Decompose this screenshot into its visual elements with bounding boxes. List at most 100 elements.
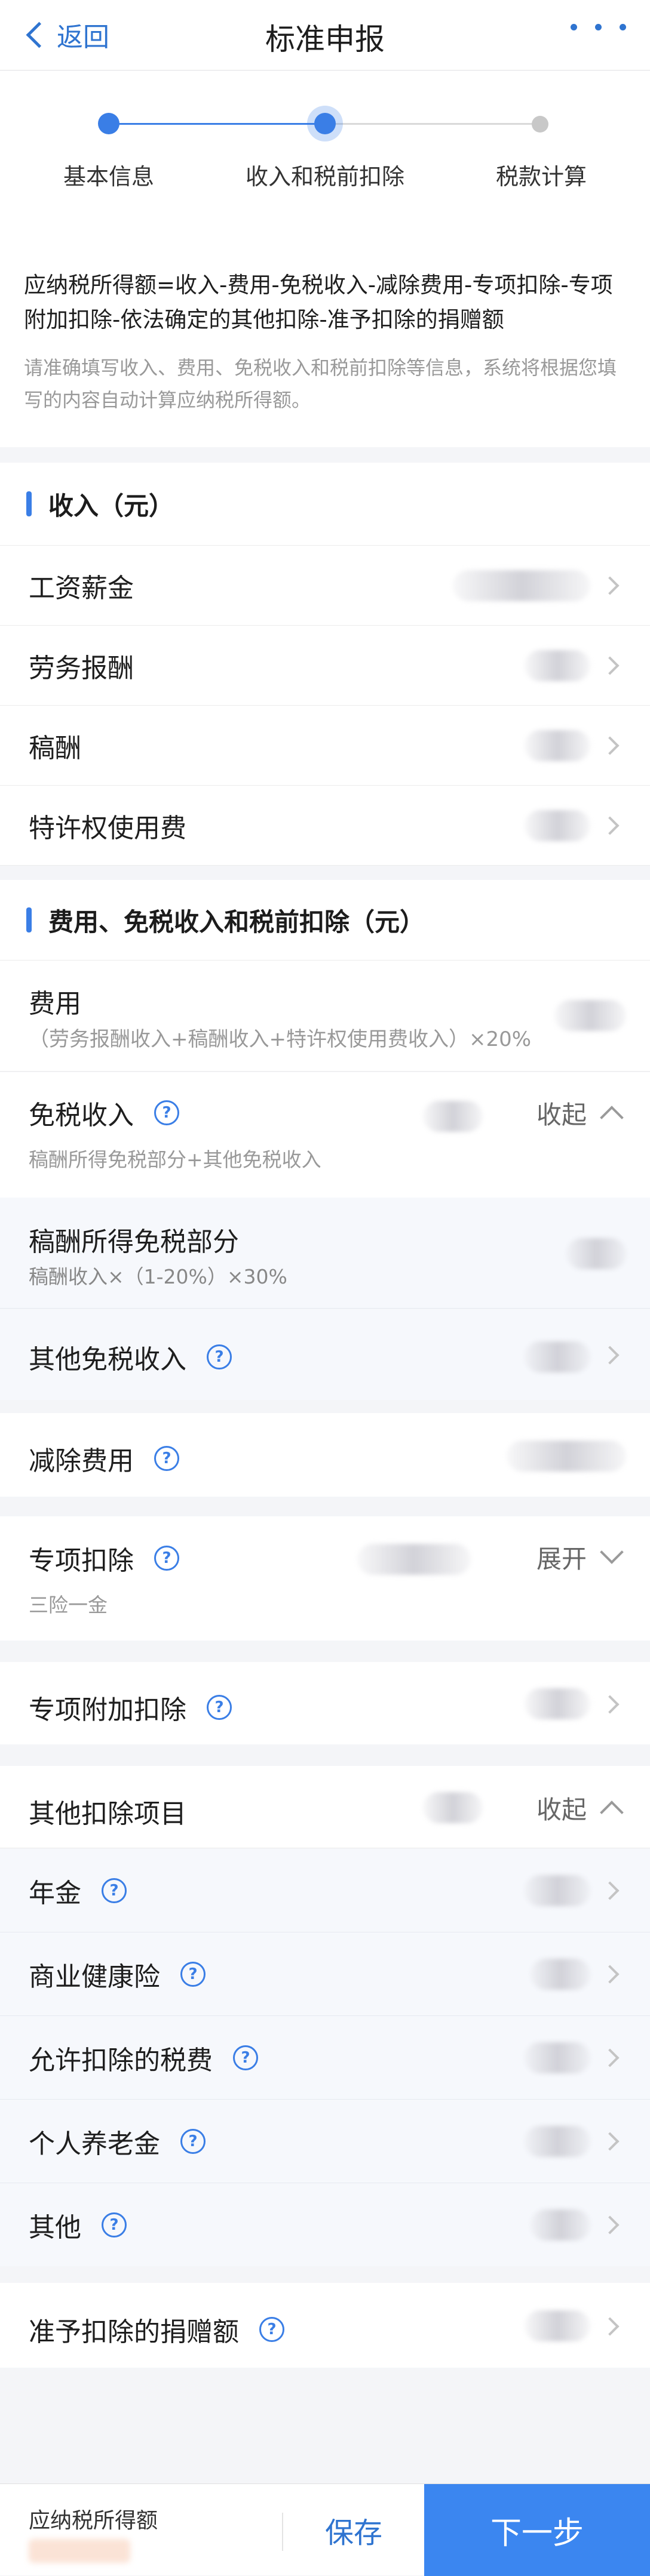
masked-value bbox=[423, 1101, 483, 1132]
special-additional-label: 专项附加扣除 bbox=[29, 1695, 186, 1725]
chevron-right-icon bbox=[600, 1881, 620, 1900]
question-circle-icon[interactable]: ? bbox=[154, 1100, 179, 1125]
row-label-wrap: 其他 ? bbox=[29, 2206, 127, 2244]
masked-value bbox=[357, 1544, 471, 1575]
other-deduction-list: 年金 ? 商业健康险 ? 允许扣除的税费 ? 个人养老金 ? 其他 ? bbox=[0, 1849, 650, 2266]
masked-value bbox=[554, 1000, 626, 1031]
row-label: 稿酬 bbox=[29, 733, 81, 764]
more-icon[interactable] bbox=[571, 24, 626, 30]
chevron-right-icon bbox=[600, 655, 620, 675]
row-label-wrap: 年金 ? bbox=[29, 1872, 127, 1910]
question-circle-icon[interactable]: ? bbox=[154, 1446, 179, 1471]
expense-formula: （劳务报酬收入+稿酬收入+特许权使用费收入）×20% bbox=[29, 1027, 532, 1051]
question-circle-icon[interactable]: ? bbox=[207, 1695, 232, 1720]
masked-value bbox=[453, 570, 590, 601]
royalty-free-label: 稿酬所得免税部分 bbox=[29, 1227, 239, 1257]
masked-value bbox=[566, 1238, 626, 1269]
income-row-royalty[interactable]: 稿酬 bbox=[0, 706, 650, 786]
masked-value bbox=[507, 1441, 626, 1472]
chevron-right-icon bbox=[600, 2215, 620, 2235]
masked-value bbox=[525, 810, 590, 841]
taxable-income-masked-value bbox=[29, 2539, 130, 2563]
donation-row[interactable]: 准予扣除的捐赠额 ? bbox=[0, 2283, 650, 2368]
row-label: 劳务报酬 bbox=[29, 653, 134, 684]
step-indicator: 基本信息 收入和税前扣除 税款计算 bbox=[0, 71, 650, 226]
chevron-right-icon bbox=[600, 2048, 620, 2067]
other-free-row[interactable]: 其他免税收入 ? bbox=[0, 1309, 650, 1400]
chevron-up-icon[interactable] bbox=[600, 1801, 624, 1824]
special-note: 三险一金 bbox=[29, 1593, 108, 1617]
special-label: 专项扣除 bbox=[29, 1546, 134, 1576]
nav-bar: 返回 标准申报 bbox=[0, 0, 650, 70]
chevron-right-icon bbox=[600, 1695, 620, 1714]
question-circle-icon[interactable]: ? bbox=[259, 2317, 284, 2342]
special-additional-row[interactable]: 专项附加扣除 ? bbox=[0, 1662, 650, 1744]
reduction-row[interactable]: 减除费用 ? bbox=[0, 1413, 650, 1497]
question-circle-icon[interactable]: ? bbox=[102, 2212, 127, 2238]
masked-value bbox=[531, 2209, 590, 2240]
row-label: 年金 bbox=[29, 1878, 81, 1909]
question-circle-icon[interactable]: ? bbox=[233, 2045, 258, 2070]
deduction-item-pension[interactable]: 个人养老金 ? bbox=[0, 2100, 650, 2183]
income-row-labor[interactable]: 劳务报酬 bbox=[0, 626, 650, 706]
row-label: 商业健康险 bbox=[29, 1961, 160, 1992]
masked-value bbox=[525, 1688, 590, 1719]
deduction-section: 费用、免税收入和税前扣除（元） bbox=[0, 880, 650, 961]
masked-value bbox=[525, 1875, 590, 1906]
chevron-right-icon bbox=[600, 815, 620, 835]
other-free-label: 其他免税收入 bbox=[29, 1344, 186, 1375]
expense-row[interactable]: 费用 （劳务报酬收入+稿酬收入+特许权使用费收入）×20% bbox=[0, 961, 650, 1072]
masked-value bbox=[423, 1792, 483, 1823]
chevron-right-icon bbox=[600, 1964, 620, 1984]
question-circle-icon[interactable]: ? bbox=[207, 1344, 232, 1369]
income-section-header: 收入（元） bbox=[0, 463, 650, 546]
income-row-franchise[interactable]: 特许权使用费 bbox=[0, 786, 650, 866]
special-row[interactable]: 专项扣除 ? 展开 三险一金 bbox=[0, 1516, 650, 1641]
income-section: 收入（元） 工资薪金 劳务报酬 稿酬 特许权使用费 bbox=[0, 463, 650, 866]
deduction-item-other[interactable]: 其他 ? bbox=[0, 2183, 650, 2266]
deduction-section-header: 费用、免税收入和税前扣除（元） bbox=[0, 880, 650, 961]
collapse-toggle[interactable]: 收起 bbox=[536, 1095, 587, 1131]
step-label-tax: 税款计算 bbox=[495, 164, 587, 190]
formula-text: 应纳税所得额=收入-费用-免税收入-减除费用-专项扣除-专项附加扣除-依法确定的… bbox=[24, 272, 613, 333]
masked-value bbox=[531, 1958, 590, 1990]
row-label: 允许扣除的税费 bbox=[29, 2045, 213, 2076]
question-circle-icon[interactable]: ? bbox=[102, 1878, 127, 1903]
step-line-pending bbox=[325, 123, 541, 125]
masked-value bbox=[525, 2125, 590, 2157]
chevron-right-icon bbox=[600, 575, 620, 595]
chevron-right-icon bbox=[600, 1346, 620, 1365]
step-line-done bbox=[109, 123, 325, 125]
page-title: 标准申报 bbox=[265, 22, 385, 57]
other-deduction-row[interactable]: 其他扣除项目 收起 bbox=[0, 1766, 650, 1848]
row-label: 其他 bbox=[29, 2212, 81, 2243]
expand-toggle[interactable]: 展开 bbox=[536, 1539, 587, 1575]
special-additional-label-wrap: 专项附加扣除 ? bbox=[29, 1688, 232, 1726]
save-button[interactable]: 保存 bbox=[283, 2484, 424, 2576]
income-section-title: 收入（元） bbox=[48, 491, 174, 521]
question-circle-icon[interactable]: ? bbox=[180, 2128, 206, 2154]
reduction-label: 减除费用 bbox=[29, 1446, 134, 1476]
tax-free-row[interactable]: 免税收入 ? 收起 稿酬所得免税部分+其他免税收入 bbox=[0, 1072, 650, 1198]
taxable-income-label: 应纳税所得额 bbox=[29, 2509, 158, 2533]
collapse-toggle[interactable]: 收起 bbox=[536, 1790, 587, 1826]
question-circle-icon[interactable]: ? bbox=[154, 1546, 179, 1571]
deduction-section-title: 费用、免税收入和税前扣除（元） bbox=[48, 907, 425, 937]
question-circle-icon[interactable]: ? bbox=[180, 1961, 206, 1987]
deduction-item-health[interactable]: 商业健康险 ? bbox=[0, 1932, 650, 2016]
donation-label-wrap: 准予扣除的捐赠额 ? bbox=[29, 2310, 284, 2349]
deduction-item-annuity[interactable]: 年金 ? bbox=[0, 1849, 650, 1932]
masked-value bbox=[525, 1341, 590, 1372]
royalty-free-row[interactable]: 稿酬所得免税部分 稿酬收入×（1-20%）×30% bbox=[0, 1198, 650, 1309]
section-bar bbox=[26, 907, 32, 932]
row-label-wrap: 允许扣除的税费 ? bbox=[29, 2039, 258, 2077]
income-row-salary[interactable]: 工资薪金 bbox=[0, 546, 650, 626]
chevron-down-icon[interactable] bbox=[600, 1540, 624, 1564]
step-dot-pending bbox=[532, 116, 548, 133]
step-dot-done bbox=[98, 113, 119, 134]
chevron-right-icon bbox=[600, 735, 620, 755]
next-step-button[interactable]: 下一步 bbox=[424, 2484, 650, 2576]
chevron-up-icon[interactable] bbox=[600, 1106, 624, 1129]
deduction-item-tax-fees[interactable]: 允许扣除的税费 ? bbox=[0, 2016, 650, 2100]
row-label: 个人养老金 bbox=[29, 2128, 160, 2159]
